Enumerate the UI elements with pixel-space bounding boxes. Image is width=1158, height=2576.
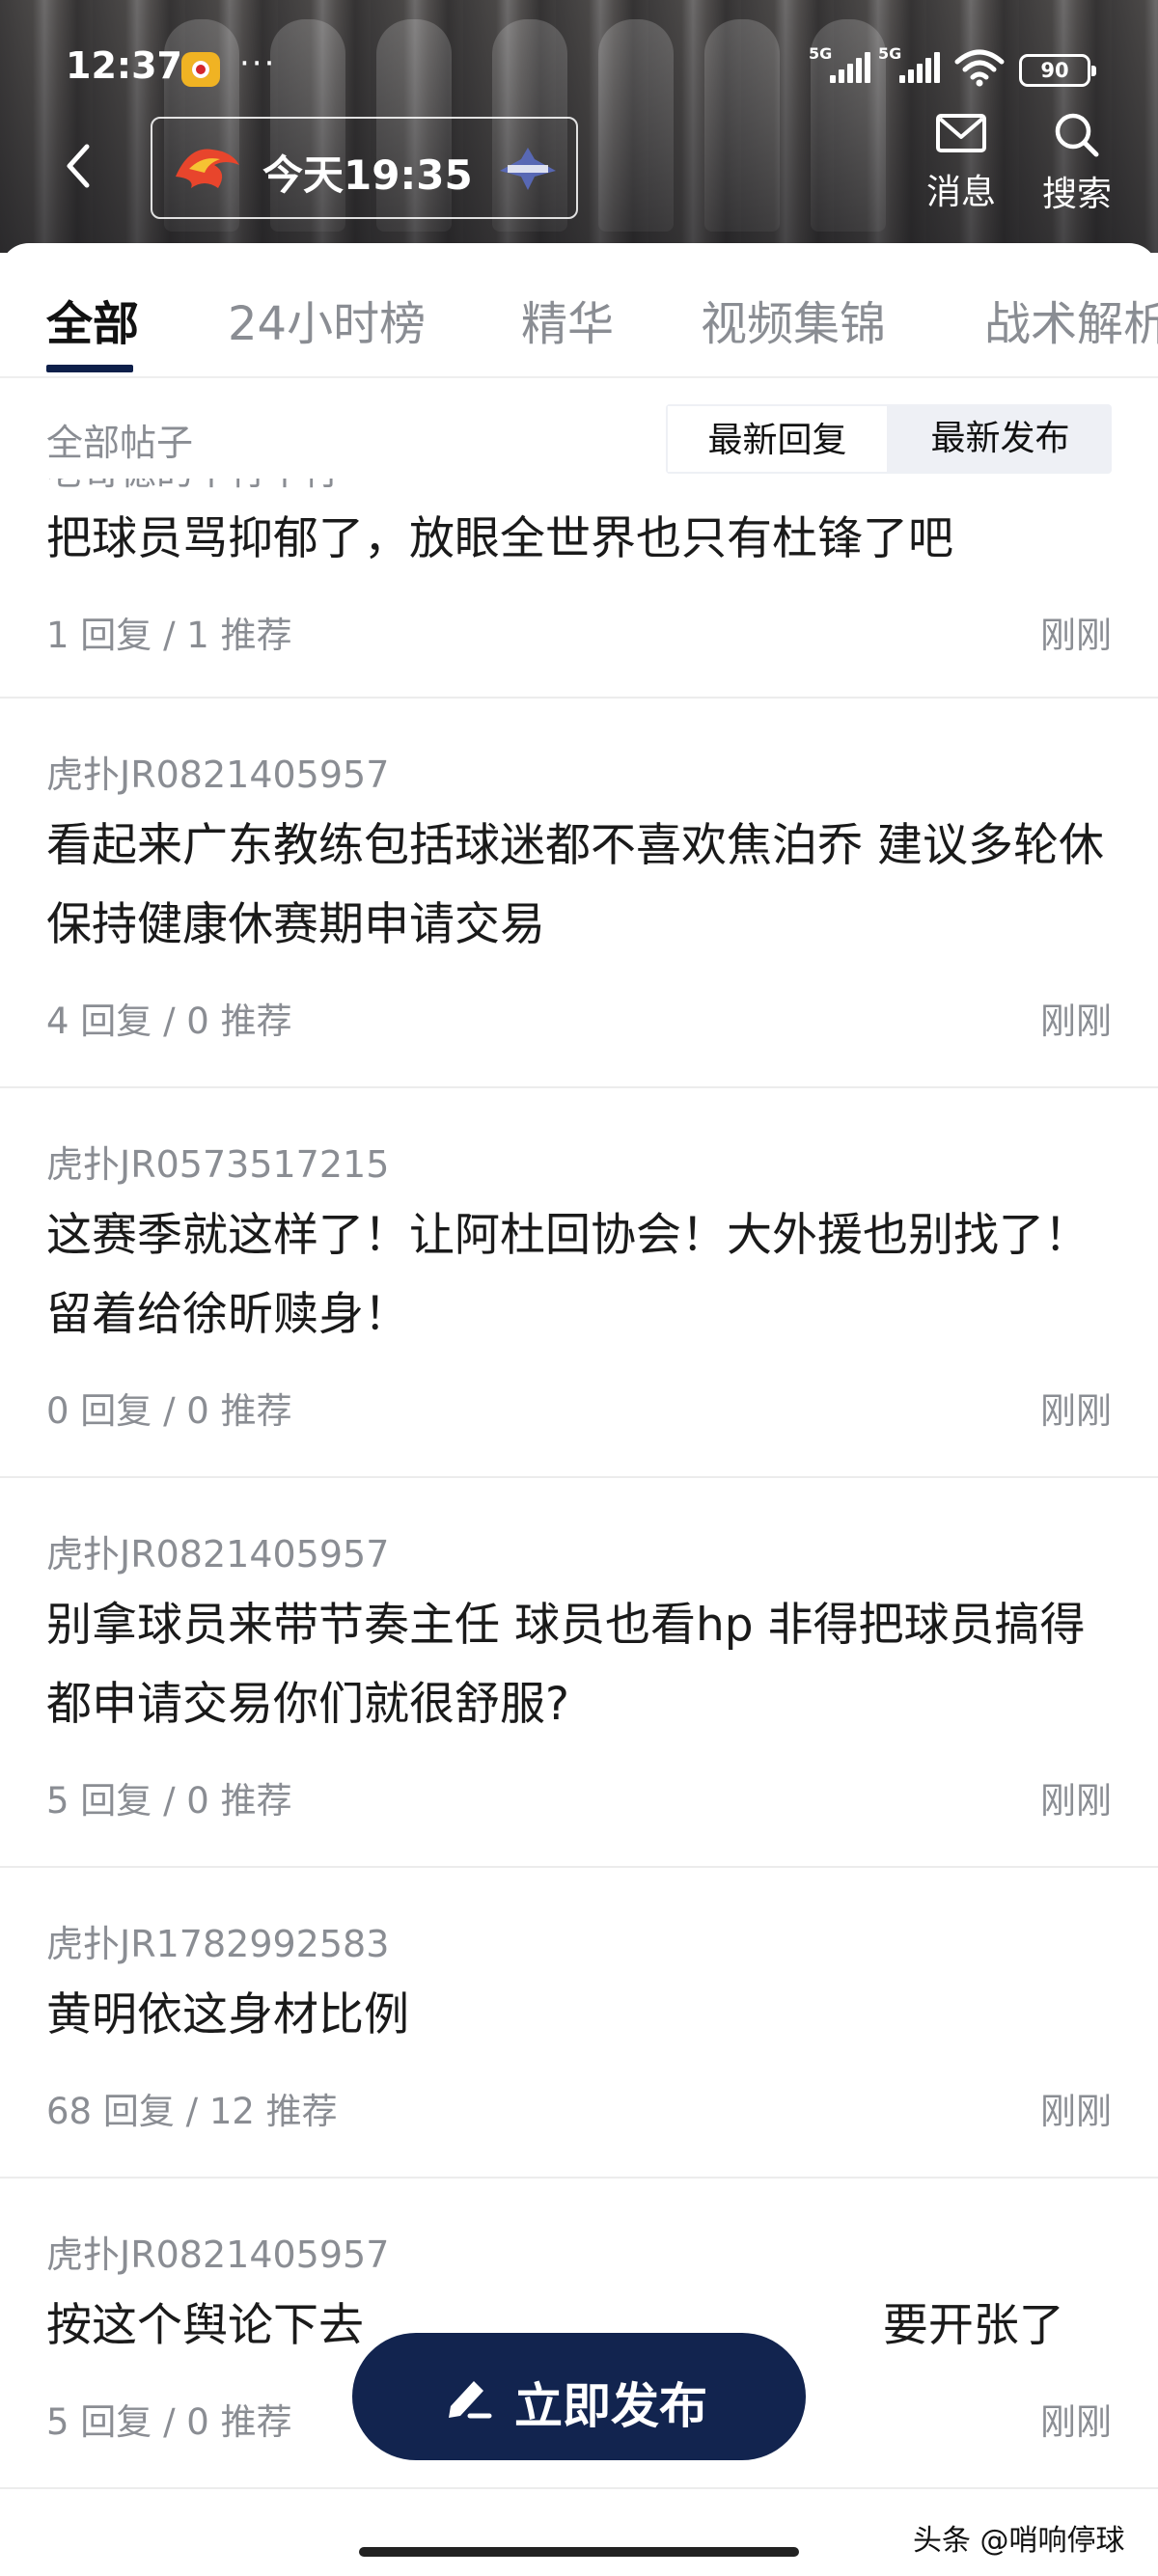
post-title: 别拿球员来带节奏主任 球员也看hp 非得把球员搞得都申请交易你们就很舒服?: [46, 1599, 1086, 1731]
home-indicator[interactable]: [359, 2547, 799, 2557]
home-team-logo: [176, 149, 239, 188]
post-author: 虎扑JR0821405957: [46, 2233, 390, 2276]
post-item[interactable]: 虎扑JR0821405957 看起来广东教练包括球迷都不喜欢焦泊乔 建议多轮休保…: [0, 699, 1158, 1088]
away-team-logo: [500, 148, 556, 190]
content-sheet: 全部 24小时榜 精华 视频集锦 战术解析 全部帖子 最新回复 最新发布 老哥德…: [0, 243, 1158, 2576]
post-author: 虎扑JR0821405957: [46, 1533, 390, 1576]
post-title: 看起来广东教练包括球迷都不喜欢焦泊乔 建议多轮休保持健康休赛期申请交易: [46, 819, 1104, 951]
post-stats: 5 回复 / 0 推荐: [46, 2401, 292, 2443]
post-time: 刚刚: [1040, 1000, 1112, 1042]
search-icon: [1055, 113, 1099, 157]
mail-icon: [936, 114, 986, 152]
more-notifications-icon: ···: [239, 44, 277, 83]
watermark: 头条 @哨响停球: [913, 2524, 1125, 2558]
match-header: 12:37 ··· 5G 5G 90 今天19:35 消息 搜索: [0, 0, 1158, 253]
messages-label: 消息: [925, 173, 996, 212]
post-author: 虎扑JR0573517215: [46, 1143, 390, 1186]
post-author: 虎扑JR0821405957: [46, 754, 390, 796]
pen-icon: [449, 2381, 492, 2419]
post-stats: 68 回复 / 12 推荐: [46, 2091, 338, 2132]
tab-video-highlights[interactable]: 视频集锦: [701, 286, 886, 353]
active-tab-indicator: [46, 365, 133, 372]
messages-button[interactable]: 消息: [915, 110, 1007, 226]
post-time: 刚刚: [1040, 2091, 1112, 2132]
wifi-icon: [954, 49, 1005, 87]
post-author: 老哥德的不行不行: [46, 479, 340, 495]
search-label: 搜索: [1041, 175, 1112, 214]
post-item[interactable]: 虎扑JR0573517215 这赛季就这样了！让阿杜回协会！大外援也别找了！留着…: [0, 1088, 1158, 1478]
tab-tactics[interactable]: 战术解析: [984, 286, 1158, 353]
status-time: 12:37: [66, 44, 182, 87]
post-time: 刚刚: [1040, 615, 1112, 656]
post-time: 刚刚: [1040, 1780, 1112, 1822]
post-title: 把球员骂抑郁了，放眼全世界也只有杜锋了吧: [46, 512, 953, 565]
post-stats: 4 回复 / 0 推荐: [46, 1000, 292, 1042]
post-author: 虎扑JR1782992583: [46, 1923, 390, 1965]
post-time: 刚刚: [1040, 2401, 1112, 2443]
post-item[interactable]: 虎扑JR1782992583 黄明依这身材比例 68 回复 / 12 推荐 刚刚: [0, 1868, 1158, 2179]
tab-all[interactable]: 全部: [46, 286, 139, 353]
post-stats: 1 回复 / 1 推荐: [46, 615, 292, 656]
sort-latest-post[interactable]: 最新发布: [889, 404, 1112, 474]
search-button[interactable]: 搜索: [1031, 110, 1123, 226]
post-item[interactable]: 虎扑JR0821405957 别拿球员来带节奏主任 球员也看hp 非得把球员搞得…: [0, 1478, 1158, 1868]
match-info-button[interactable]: 今天19:35: [151, 117, 578, 219]
tab-24h-ranking[interactable]: 24小时榜: [228, 286, 426, 353]
tab-bar: 全部 24小时榜 精华 视频集锦 战术解析: [0, 243, 1158, 378]
post-time: 刚刚: [1040, 1390, 1112, 1432]
post-title: 这赛季就这样了！让阿杜回协会！大外援也别找了！留着给徐昕赎身！: [46, 1209, 1089, 1341]
publish-button[interactable]: 立即发布: [352, 2333, 806, 2460]
sort-latest-reply[interactable]: 最新回复: [666, 404, 889, 474]
match-time: 今天19:35: [262, 151, 473, 199]
post-stats: 0 回复 / 0 推荐: [46, 1390, 292, 1432]
publish-label: 立即发布: [514, 2378, 707, 2434]
battery-indicator: 90: [1019, 54, 1096, 87]
post-item[interactable]: 老哥德的不行不行 把球员骂抑郁了，放眼全世界也只有杜锋了吧 1 回复 / 1 推…: [0, 479, 1158, 699]
post-list: 老哥德的不行不行 把球员骂抑郁了，放眼全世界也只有杜锋了吧 1 回复 / 1 推…: [0, 479, 1158, 2576]
tab-featured[interactable]: 精华: [521, 286, 614, 353]
post-stats: 5 回复 / 0 推荐: [46, 1780, 292, 1822]
app-notification-icon: [181, 52, 220, 87]
filter-row: 全部帖子 最新回复 最新发布: [0, 378, 1158, 479]
post-title: 黄明依这身材比例: [46, 1988, 409, 2042]
sort-toggle: 最新回复 最新发布: [666, 404, 1112, 474]
back-arrow-icon[interactable]: [50, 135, 112, 197]
all-posts-label: 全部帖子: [46, 422, 194, 464]
